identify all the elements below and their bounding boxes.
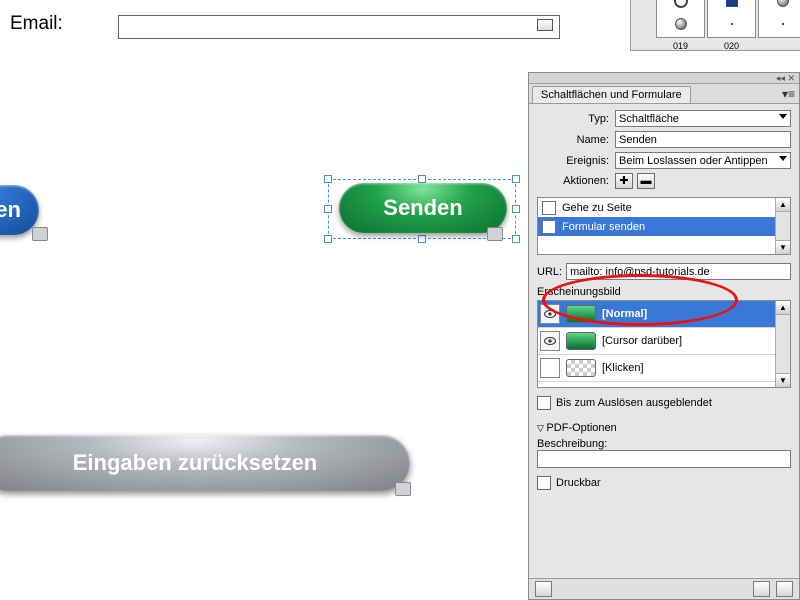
pdf-options-section[interactable]: PDF-Optionen	[537, 422, 791, 434]
resize-handle-bottom-mid[interactable]	[418, 235, 426, 243]
action-checkbox[interactable]	[542, 201, 556, 215]
button-anchor-icon	[395, 482, 411, 496]
visibility-toggle[interactable]	[540, 358, 560, 378]
resize-handle-bottom-left[interactable]	[324, 235, 332, 243]
action-item-submit-form[interactable]: ✓ Formular senden	[538, 217, 790, 236]
visibility-toggle[interactable]	[540, 304, 560, 324]
action-item-label: Formular senden	[562, 221, 645, 233]
add-action-button[interactable]: ✚	[615, 173, 633, 189]
button-anchor-icon	[487, 227, 503, 241]
panel-collapse-bar[interactable]: ◂◂ ✕	[529, 73, 799, 84]
panel-flyout-menu-icon[interactable]: ▾≡	[782, 87, 795, 101]
preset-cell-019[interactable]: 019	[656, 0, 705, 38]
description-input[interactable]	[537, 450, 791, 468]
state-label: [Klicken]	[602, 362, 644, 374]
chevron-down-icon	[779, 114, 787, 119]
action-item-goto-page[interactable]: Gehe zu Seite	[538, 198, 790, 217]
button-preset-strip: 019 020	[630, 0, 800, 51]
scroll-down-icon[interactable]: ▼	[776, 373, 790, 387]
states-scrollbar[interactable]: ▲ ▼	[775, 301, 790, 387]
preset-cell-021[interactable]	[758, 0, 800, 38]
square-icon	[726, 0, 738, 7]
button-anchor-icon	[32, 227, 48, 241]
state-row-click[interactable]: [Klicken]	[538, 355, 790, 382]
preset-label: 020	[708, 41, 755, 51]
field-options-icon[interactable]	[537, 19, 553, 31]
printable-checkbox[interactable]	[537, 476, 551, 490]
hidden-until-trigger-checkbox[interactable]	[537, 396, 551, 410]
name-input[interactable]: Senden	[615, 131, 791, 148]
state-thumbnail	[566, 305, 596, 323]
preset-label: 019	[657, 41, 704, 51]
name-label: Name:	[537, 134, 609, 146]
url-input[interactable]: mailto: info@psd-tutorials.de	[566, 263, 791, 280]
senden-button[interactable]: Senden	[339, 183, 507, 233]
event-value: Beim Loslassen oder Antippen	[619, 155, 768, 167]
type-value: Schaltfläche	[619, 113, 679, 125]
chevron-down-icon	[779, 156, 787, 161]
printable-label: Druckbar	[556, 477, 601, 489]
actions-list[interactable]: Gehe zu Seite ✓ Formular senden ▲ ▼	[537, 197, 791, 255]
resize-handle-bottom-right[interactable]	[512, 235, 520, 243]
sphere-icon	[777, 0, 789, 7]
appearance-states-list[interactable]: [Normal] [Cursor darüber] [Klicken] ▲ ▼	[537, 300, 791, 388]
state-label: [Normal]	[602, 308, 647, 320]
action-item-label: Gehe zu Seite	[562, 202, 632, 214]
buttons-and-forms-panel: ◂◂ ✕ Schaltflächen und Formulare ▾≡ Typ:…	[528, 72, 800, 600]
preset-cell-020[interactable]: 020	[707, 0, 756, 38]
event-label: Ereignis:	[537, 155, 609, 167]
ring-icon	[674, 0, 688, 8]
tab-buttons-forms[interactable]: Schaltflächen und Formulare	[532, 86, 691, 103]
delete-icon[interactable]	[776, 581, 793, 597]
email-label: Email:	[10, 13, 63, 35]
appearance-label: Erscheinungsbild	[537, 286, 791, 298]
resize-handle-mid-left[interactable]	[324, 205, 332, 213]
panel-tab-strip: Schaltflächen und Formulare ▾≡	[529, 84, 799, 104]
state-row-normal[interactable]: [Normal]	[538, 301, 790, 328]
convert-to-object-icon[interactable]	[753, 581, 770, 597]
resize-handle-top-left[interactable]	[324, 175, 332, 183]
visibility-toggle[interactable]	[540, 331, 560, 351]
type-label: Typ:	[537, 113, 609, 125]
actions-label: Aktionen:	[537, 175, 609, 187]
scroll-down-icon[interactable]: ▼	[776, 240, 790, 254]
document-canvas[interactable]: Email: en Senden Eingaben zurücksetzen	[0, 0, 528, 600]
state-row-hover[interactable]: [Cursor darüber]	[538, 328, 790, 355]
email-text-field[interactable]	[118, 15, 560, 39]
state-label: [Cursor darüber]	[602, 335, 682, 347]
sphere-icon	[675, 18, 687, 30]
preview-spread-icon[interactable]	[535, 581, 552, 597]
hidden-until-trigger-label: Bis zum Auslösen ausgeblendet	[556, 397, 712, 409]
state-thumbnail	[566, 359, 596, 377]
description-label: Beschreibung:	[537, 438, 791, 450]
action-checkbox[interactable]: ✓	[542, 220, 556, 234]
actions-scrollbar[interactable]: ▲ ▼	[775, 198, 790, 254]
resize-handle-top-right[interactable]	[512, 175, 520, 183]
panel-footer	[529, 578, 799, 599]
url-label: URL:	[537, 266, 562, 278]
reset-button[interactable]: Eingaben zurücksetzen	[0, 435, 410, 491]
event-dropdown[interactable]: Beim Loslassen oder Antippen	[615, 152, 791, 169]
type-dropdown[interactable]: Schaltfläche	[615, 110, 791, 127]
scroll-up-icon[interactable]: ▲	[776, 198, 790, 212]
remove-action-button[interactable]: ▬	[637, 173, 655, 189]
scroll-up-icon[interactable]: ▲	[776, 301, 790, 315]
resize-handle-mid-right[interactable]	[512, 205, 520, 213]
resize-handle-top-mid[interactable]	[418, 175, 426, 183]
state-thumbnail	[566, 332, 596, 350]
